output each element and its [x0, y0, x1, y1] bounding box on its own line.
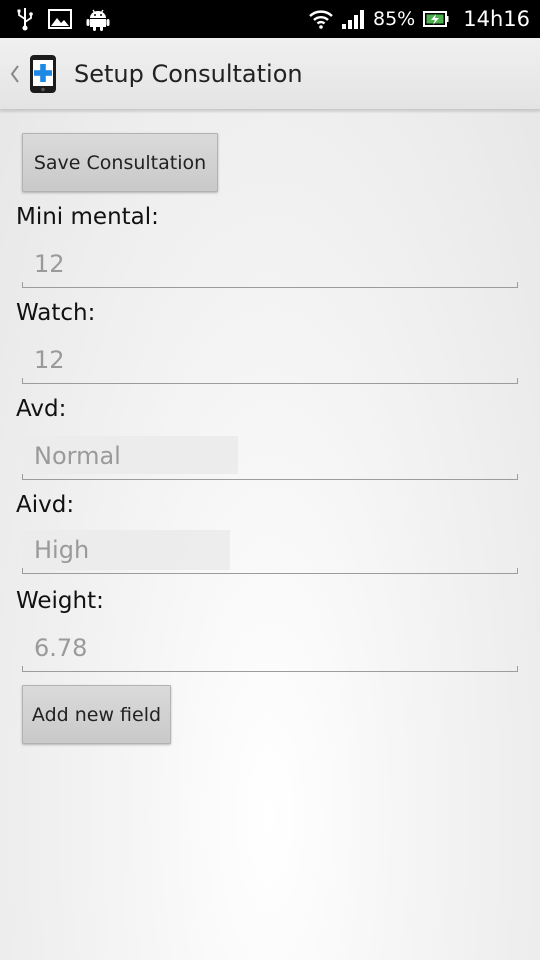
aivd-input[interactable]: High — [22, 530, 518, 574]
avd-value: Normal — [34, 442, 121, 470]
input-underline — [22, 568, 518, 574]
field-label-mini-mental: Mini mental: — [16, 204, 159, 230]
add-new-field-button[interactable]: Add new field — [22, 685, 171, 744]
field-label-weight: Weight: — [16, 588, 104, 614]
input-underline — [22, 666, 518, 672]
clock: 14h16 — [463, 7, 530, 31]
input-underline — [22, 474, 518, 480]
action-bar: Setup Consultation — [0, 38, 540, 110]
mini-mental-input[interactable]: 12 — [22, 244, 518, 288]
mini-mental-value: 12 — [34, 250, 65, 278]
signal-icon — [341, 9, 365, 29]
wifi-icon — [309, 9, 333, 29]
aivd-value: High — [34, 536, 90, 564]
input-underline — [22, 378, 518, 384]
field-label-aivd: Aivd: — [16, 492, 75, 518]
back-caret-icon[interactable] — [4, 64, 26, 84]
field-label-watch: Watch: — [16, 300, 96, 326]
android-icon — [86, 7, 110, 31]
app-medical-phone-icon[interactable] — [28, 54, 58, 94]
watch-value: 12 — [34, 346, 65, 374]
save-consultation-button[interactable]: Save Consultation — [22, 133, 218, 192]
weight-input[interactable]: 6.78 — [22, 628, 518, 672]
usb-icon — [16, 7, 34, 31]
avd-input[interactable]: Normal — [22, 436, 518, 480]
watch-input[interactable]: 12 — [22, 340, 518, 384]
input-underline — [22, 282, 518, 288]
field-label-avd: Avd: — [16, 396, 67, 422]
image-icon — [48, 9, 72, 29]
battery-percent: 85% — [373, 8, 416, 30]
weight-value: 6.78 — [34, 634, 88, 662]
status-bar: 85% 14h16 — [0, 0, 540, 38]
page-title: Setup Consultation — [74, 59, 303, 88]
battery-icon — [423, 10, 449, 28]
